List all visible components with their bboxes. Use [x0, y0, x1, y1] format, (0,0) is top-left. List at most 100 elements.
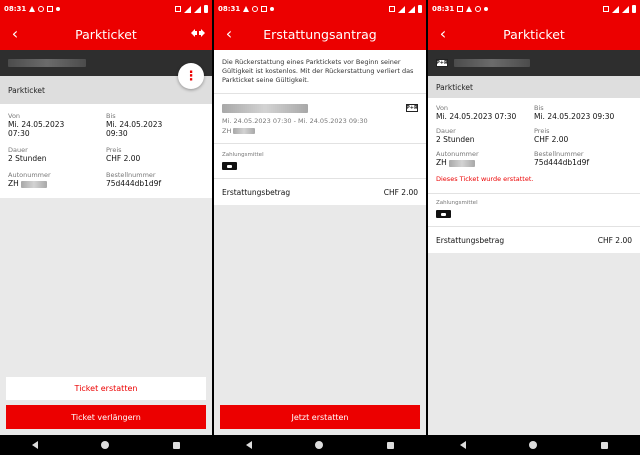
refund-ticket-button[interactable]: Ticket erstatten	[6, 377, 206, 400]
payment-method: Zahlungsmittel	[428, 194, 640, 226]
nav-recents-icon[interactable]	[173, 441, 181, 449]
amount-label: Erstattungsbetrag	[222, 187, 291, 197]
autonummer-value: ZH	[436, 158, 447, 167]
screen-parkticket: 08:31 ‹ Parkticket Parkticket ⋮ Von Mi. 2…	[0, 0, 212, 455]
screen-parkticket-refunded: 08:31 ‹ Parkticket P+R Parkticket Von Mi.…	[428, 0, 640, 455]
more-options-button[interactable]: ⋮	[178, 63, 204, 89]
nav-home-icon[interactable]	[101, 441, 110, 449]
app-bar: ‹ Parkticket	[428, 18, 640, 50]
signal-icon	[622, 5, 629, 13]
section-title: Parkticket	[428, 76, 640, 98]
notification-dot-icon	[270, 7, 275, 11]
preis-value: CHF 2.00	[534, 135, 569, 144]
preis-label: Preis	[106, 146, 122, 154]
dauer-value: 2 Stunden	[436, 135, 475, 144]
sbb-logo-icon	[191, 29, 205, 37]
redacted-plate	[449, 159, 476, 167]
payment-method: Zahlungsmittel	[214, 144, 426, 178]
autonummer-label: Autonummer	[436, 150, 479, 158]
von-label: Von	[8, 112, 21, 120]
back-arrow-icon[interactable]: ‹	[434, 23, 452, 43]
notification-dot-icon	[56, 7, 61, 11]
nfc-icon	[175, 6, 181, 12]
refund-now-button[interactable]: Jetzt erstatten	[220, 405, 420, 429]
system-nav-bar	[0, 435, 212, 455]
refund-amount-row: Erstattungsbetrag CHF 2.00	[428, 227, 640, 253]
payment-label: Zahlungsmittel	[222, 152, 264, 158]
redacted-location	[454, 59, 530, 67]
dauer-value: 2 Stunden	[8, 154, 47, 163]
nfc-icon	[389, 6, 395, 12]
refund-form: Die Rückerstattung eines Parktickets vor…	[214, 50, 426, 205]
battery-icon	[632, 5, 636, 13]
status-time: 08:31	[4, 5, 27, 13]
park-and-ride-icon: P+R	[406, 104, 418, 112]
warning-icon	[29, 6, 36, 12]
nav-back-icon[interactable]	[459, 441, 466, 449]
redacted-location	[8, 59, 86, 67]
refund-amount-row: Erstattungsbetrag CHF 2.00	[214, 179, 426, 205]
nav-recents-icon[interactable]	[387, 441, 395, 449]
bestellnummer-label: Bestellnummer	[534, 150, 584, 158]
nfc-icon	[603, 6, 609, 12]
bestellnummer-value: 75d444db1d9f	[106, 179, 162, 188]
twint-icon	[222, 162, 237, 170]
bestellnummer-value: 75d444db1d9f	[534, 158, 590, 167]
system-nav-bar	[214, 435, 426, 455]
bis-value: Mi. 24.05.2023 09:30	[106, 120, 163, 138]
app-icon	[47, 6, 54, 12]
nav-back-icon[interactable]	[31, 441, 38, 449]
autonummer-value: ZH	[8, 179, 19, 188]
wifi-icon	[612, 5, 619, 13]
bestellnummer-label: Bestellnummer	[106, 171, 156, 179]
bis-label: Bis	[106, 112, 116, 120]
status-bar: 08:31	[0, 0, 212, 18]
back-arrow-icon[interactable]: ‹	[220, 23, 238, 43]
status-bar: 08:31	[214, 0, 426, 18]
signal-icon	[408, 5, 415, 13]
extend-ticket-button[interactable]: Ticket verlängern	[6, 405, 206, 429]
ticket-details: Von Mi. 24.05.2023 07:30 Bis Mi. 24.05.202…	[0, 104, 212, 198]
page-title: Parkticket	[503, 26, 565, 42]
nav-home-icon[interactable]	[315, 441, 324, 449]
redacted-plate	[233, 128, 256, 134]
back-arrow-icon[interactable]: ‹	[6, 23, 24, 43]
amount-value: CHF 2.00	[383, 187, 418, 197]
status-bar: 08:31	[428, 0, 640, 18]
nav-home-icon[interactable]	[529, 441, 538, 449]
app-icon	[261, 6, 268, 12]
dauer-label: Dauer	[436, 127, 456, 135]
app-bar: ‹ Parkticket	[0, 18, 212, 50]
system-nav-bar	[428, 435, 640, 455]
von-value: Mi. 24.05.2023 07:30	[8, 120, 65, 138]
autonummer-label: Autonummer	[8, 171, 51, 179]
nav-back-icon[interactable]	[245, 441, 252, 449]
notification-dot-icon	[484, 7, 489, 11]
twint-icon	[436, 210, 451, 218]
amount-label: Erstattungsbetrag	[436, 235, 505, 245]
redacted-location	[222, 104, 308, 113]
wifi-icon	[398, 5, 405, 13]
amount-value: CHF 2.00	[597, 235, 632, 245]
gear-icon	[252, 6, 259, 12]
warning-icon	[243, 6, 250, 12]
preis-value: CHF 2.00	[106, 154, 141, 163]
redacted-plate	[21, 180, 48, 188]
page-title: Parkticket	[75, 26, 137, 42]
refund-note: Die Rückerstattung eines Parktickets vor…	[222, 58, 414, 84]
nav-recents-icon[interactable]	[601, 441, 609, 449]
dauer-label: Dauer	[8, 146, 28, 154]
ticket-plate: ZH	[222, 127, 232, 135]
refunded-message: Dieses Ticket wurde erstattet.	[436, 175, 534, 183]
payment-label: Zahlungsmittel	[436, 200, 478, 206]
signal-icon	[194, 5, 201, 13]
ticket-summary: Mi. 24.05.2023 07:30 - Mi. 24.05.2023 09…	[214, 94, 426, 143]
bis-label: Bis	[534, 104, 544, 112]
message-icon	[457, 6, 464, 12]
von-value: Mi. 24.05.2023 07:30	[436, 112, 517, 121]
preis-label: Preis	[534, 127, 550, 135]
ticket-period: Mi. 24.05.2023 07:30 - Mi. 24.05.2023 09…	[222, 117, 368, 125]
battery-icon	[418, 5, 422, 13]
page-title: Erstattungsantrag	[263, 26, 377, 42]
gear-icon	[475, 6, 482, 12]
